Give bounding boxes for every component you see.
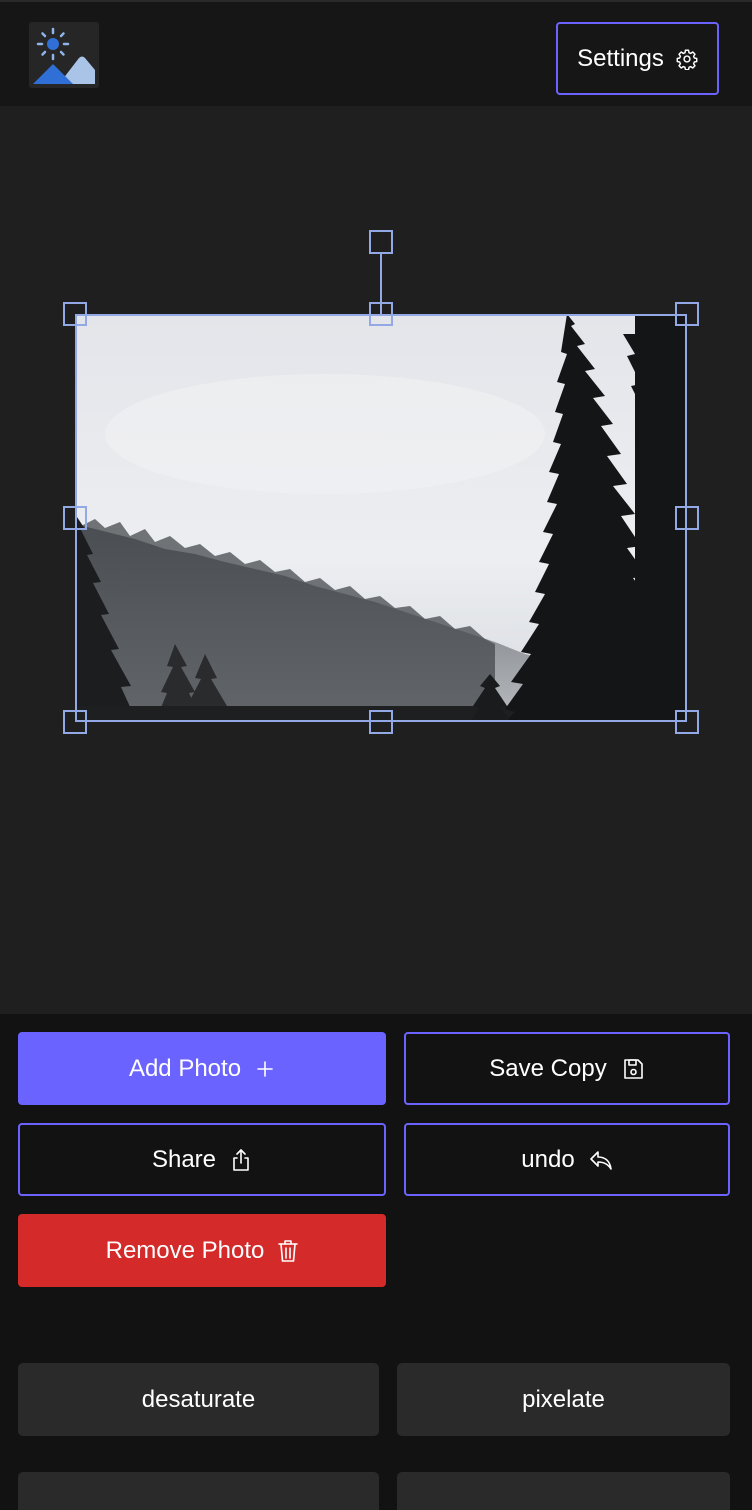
plus-icon (255, 1059, 275, 1079)
resize-handle-top-left[interactable] (63, 302, 87, 326)
share-button[interactable]: Share (18, 1123, 386, 1196)
filter-desaturate-button[interactable]: desaturate (18, 1363, 379, 1436)
filter-button[interactable] (18, 1472, 379, 1510)
add-photo-button[interactable]: Add Photo (18, 1032, 386, 1105)
settings-label: Settings (577, 44, 664, 72)
rotate-handle[interactable] (369, 230, 393, 254)
resize-handle-bottom-left[interactable] (63, 710, 87, 734)
trash-icon (278, 1239, 299, 1263)
resize-handle-left[interactable] (63, 506, 87, 530)
remove-photo-button[interactable]: Remove Photo (18, 1214, 386, 1287)
resize-handle-right[interactable] (675, 506, 699, 530)
filter-pixelate-button[interactable]: pixelate (397, 1363, 730, 1436)
app-header: Settings (0, 0, 752, 106)
undo-label: undo (521, 1145, 575, 1173)
photo-image[interactable] (75, 314, 687, 722)
gear-icon (676, 48, 698, 70)
undo-arrow-icon (589, 1149, 613, 1171)
undo-button[interactable]: undo (404, 1123, 730, 1196)
floppy-disk-icon (621, 1057, 645, 1081)
resize-handle-bottom[interactable] (369, 710, 393, 734)
filter-button[interactable] (397, 1472, 730, 1510)
sun-mountain-logo-icon (29, 22, 99, 88)
resize-handle-bottom-right[interactable] (675, 710, 699, 734)
photo-forest-image (75, 314, 687, 722)
share-label: Share (151, 1145, 217, 1173)
settings-button[interactable]: Settings (556, 22, 719, 95)
remove-photo-label: Remove Photo (105, 1236, 265, 1264)
filter-label: pixelate (522, 1385, 605, 1413)
save-copy-button[interactable]: Save Copy (404, 1032, 730, 1105)
add-photo-label: Add Photo (128, 1054, 242, 1082)
save-copy-label: Save Copy (489, 1054, 607, 1082)
resize-handle-top[interactable] (369, 302, 393, 326)
filter-label: desaturate (141, 1385, 256, 1413)
share-icon (230, 1148, 252, 1172)
resize-handle-top-right[interactable] (675, 302, 699, 326)
